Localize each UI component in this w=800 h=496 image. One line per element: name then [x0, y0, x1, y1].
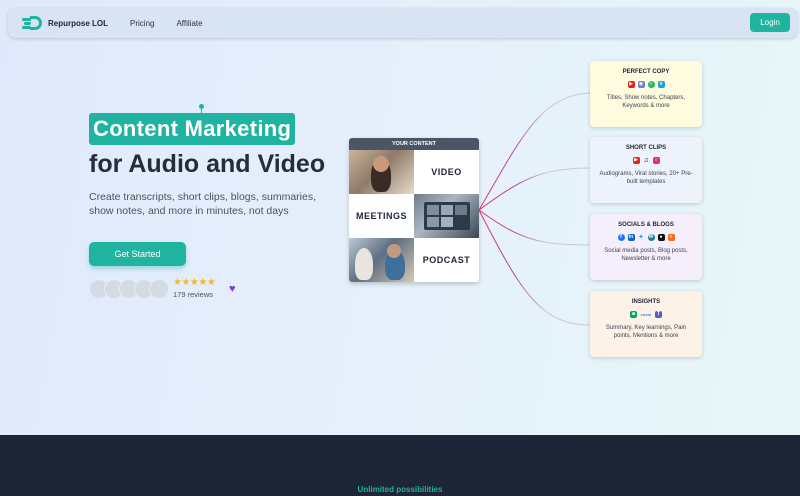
output-card-title: SOCIALS & BLOGS	[618, 222, 674, 228]
output-card-title: PERFECT COPY	[622, 69, 670, 75]
hero-highlight: Content Marketing	[89, 113, 296, 145]
output-card-desc: Social media posts, Blog posts, Newslett…	[604, 248, 688, 262]
brand-name: Repurpose LOL	[48, 18, 109, 28]
section-eyebrow: Unlimited possibilities	[357, 485, 443, 494]
output-card-desc: Audiograms, Viral stories, 20+ Pre-built…	[599, 171, 693, 185]
your-content-header: YOUR CONTENT	[349, 138, 479, 150]
wordpress-icon: W	[647, 233, 655, 241]
facebook-icon: f	[617, 233, 625, 241]
hero-title: for Audio and Video	[89, 150, 326, 178]
podcasts-icon: ◉	[637, 80, 645, 88]
youtube-icon: ▶	[632, 156, 640, 164]
output-card-title: SHORT CLIPS	[625, 145, 667, 151]
output-card-insights: INSIGHTS ■ zoom T Summary, Key learnings…	[590, 291, 702, 357]
logo-icon	[22, 16, 42, 30]
connector-insights	[478, 209, 591, 326]
spotify-icon: ≈	[647, 80, 655, 88]
platform-icons: ▶ ◉ ≈ v	[627, 80, 665, 88]
video-photo	[349, 150, 414, 194]
output-card-short-clips: SHORT CLIPS ▶ ♫ ○ Audiograms, Viral stor…	[590, 137, 702, 203]
substack-icon: ≡	[667, 233, 675, 241]
connector-socials	[478, 209, 591, 246]
podcast-label: PODCAST	[422, 255, 471, 265]
nav-link-pricing[interactable]: Pricing	[130, 19, 154, 28]
get-started-button[interactable]: Get Started	[89, 242, 186, 266]
hero-subtitle: Create transcripts, short clips, blogs, …	[89, 191, 316, 217]
output-card-desc: Summary, Key learnings, Pain points, Men…	[605, 325, 687, 339]
medium-icon: ●	[657, 233, 665, 241]
teams-icon: T	[655, 310, 662, 318]
linkedin-icon: in	[627, 233, 635, 241]
output-card-desc: Titles, Show notes, Chapters, Keywords &…	[606, 95, 686, 109]
login-button[interactable]: Login	[750, 13, 790, 32]
platform-icons: f in ✦ W ● ≡	[617, 233, 675, 241]
meetings-label: MEETINGS	[355, 211, 407, 221]
output-card-socials-blogs: SOCIALS & BLOGS f in ✦ W ● ≡ Social medi…	[590, 214, 702, 280]
top-navbar: Repurpose LOL Pricing Affiliate Login	[8, 8, 798, 38]
twitter-icon: ✦	[638, 234, 644, 241]
rating-stars-icon: ★★★★★	[173, 277, 216, 288]
logo[interactable]: Repurpose LOL	[22, 16, 108, 30]
meetings-photo	[414, 194, 479, 238]
tiktok-icon: ♫	[643, 156, 649, 164]
reviews-count: 179 reviews	[173, 290, 214, 299]
platform-icons: ■ zoom T	[630, 310, 662, 318]
output-card-title: INSIGHTS	[631, 299, 661, 305]
avatar	[149, 279, 169, 299]
nav-link-affiliate[interactable]: Affiliate	[176, 19, 202, 28]
meet-icon: ■	[630, 310, 637, 318]
connector-short-clips	[478, 167, 591, 211]
platform-icons: ▶ ♫ ○	[632, 156, 660, 164]
output-card-perfect-copy: PERFECT COPY ▶ ◉ ≈ v Titles, Show notes,…	[590, 61, 702, 127]
vimeo-icon: v	[657, 80, 665, 88]
youtube-icon: ▶	[627, 80, 635, 88]
content-grid: VIDEO MEETINGS PODCAST	[349, 150, 479, 282]
podcast-photo	[349, 238, 414, 282]
heart-icon: ♥	[229, 283, 236, 295]
video-label: VIDEO	[431, 167, 462, 177]
instagram-icon: ○	[652, 156, 660, 164]
zoom-icon: zoom	[640, 311, 652, 317]
your-content-card: YOUR CONTENT VIDEO MEETINGS PODCAST	[349, 138, 479, 282]
connector-perfect-copy	[478, 92, 591, 211]
